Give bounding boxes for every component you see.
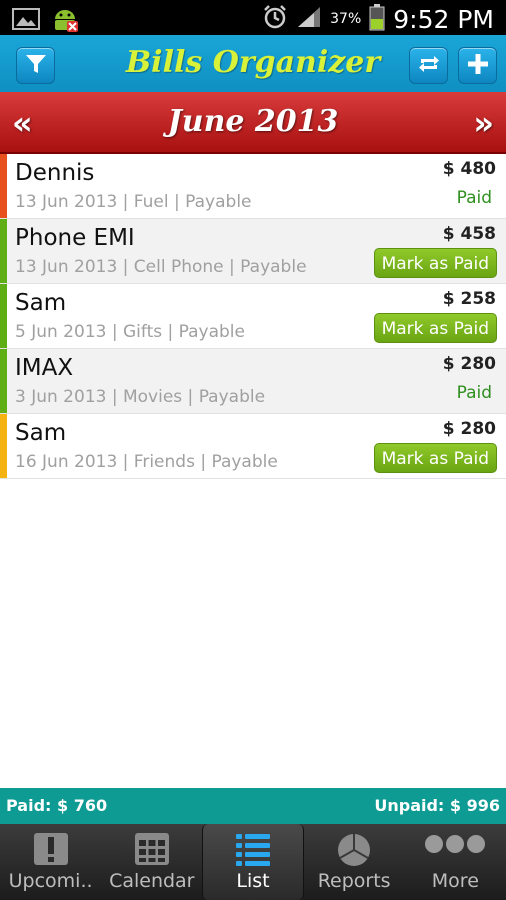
app-header: Bills Organizer	[0, 35, 506, 92]
bill-row[interactable]: Phone EMI 13 Jun 2013 | Cell Phone | Pay…	[0, 219, 506, 284]
battery-icon	[369, 3, 385, 35]
bill-amount: $ 258	[442, 289, 496, 309]
bill-details: 16 Jun 2013 | Friends | Payable	[15, 452, 278, 472]
battery-percent: 37%	[330, 11, 362, 27]
exclamation-icon	[33, 832, 69, 870]
add-bill-button[interactable]	[458, 47, 497, 84]
bill-row[interactable]: Dennis 13 Jun 2013 | Fuel | Payable $ 48…	[0, 154, 506, 219]
alarm-icon	[262, 4, 288, 34]
bill-details: 5 Jun 2013 | Gifts | Payable	[15, 322, 245, 342]
tab-label: List	[236, 870, 270, 892]
bill-name: Phone EMI	[15, 225, 135, 251]
mark-as-paid-button[interactable]: Mark as Paid	[373, 248, 497, 278]
tab-list[interactable]: List	[202, 824, 304, 900]
bill-row[interactable]: IMAX 3 Jun 2013 | Movies | Payable $ 280…	[0, 349, 506, 414]
bill-row[interactable]: Sam 16 Jun 2013 | Friends | Payable $ 28…	[0, 414, 506, 479]
next-month-button[interactable]: »	[473, 104, 494, 142]
month-title: June 2013	[167, 104, 339, 139]
clock-time: 9:52 PM	[393, 4, 494, 34]
status-bar: 37% 9:52 PM	[0, 0, 506, 35]
unpaid-total: Unpaid: $ 996	[374, 796, 500, 815]
refresh-icon	[416, 52, 442, 80]
list-icon	[235, 832, 271, 872]
mark-as-paid-button[interactable]: Mark as Paid	[373, 443, 497, 473]
category-color-stripe	[0, 414, 7, 478]
bill-details: 13 Jun 2013 | Cell Phone | Payable	[15, 257, 307, 277]
tab-more[interactable]: More	[405, 824, 506, 900]
tab-calendar[interactable]: Calendar	[101, 824, 202, 900]
bill-amount: $ 280	[442, 419, 496, 439]
category-color-stripe	[0, 284, 7, 348]
bottom-tab-bar: Upcomi.. Calendar List Reports More	[0, 824, 506, 900]
pie-chart-icon	[335, 832, 373, 872]
totals-bar: Paid: $ 760 Unpaid: $ 996	[0, 788, 506, 824]
tab-label: Reports	[317, 870, 391, 892]
sync-button[interactable]	[409, 47, 448, 84]
bill-amount: $ 458	[442, 224, 496, 244]
bill-name: Dennis	[15, 160, 95, 186]
mark-as-paid-button[interactable]: Mark as Paid	[373, 313, 497, 343]
bill-amount: $ 280	[442, 354, 496, 374]
bill-name: Sam	[15, 290, 67, 316]
category-color-stripe	[0, 154, 7, 218]
gallery-icon	[12, 7, 40, 35]
bill-name: Sam	[15, 420, 67, 446]
paid-total: Paid: $ 760	[6, 796, 108, 815]
bills-list: Dennis 13 Jun 2013 | Fuel | Payable $ 48…	[0, 154, 506, 479]
month-navigator: « June 2013 »	[0, 92, 506, 154]
android-debug-icon	[50, 5, 80, 37]
bill-row[interactable]: Sam 5 Jun 2013 | Gifts | Payable $ 258 M…	[0, 284, 506, 349]
more-dots-icon	[424, 832, 486, 860]
tab-reports[interactable]: Reports	[304, 824, 405, 900]
bill-details: 13 Jun 2013 | Fuel | Payable	[15, 192, 252, 212]
tab-label: Upcomi..	[8, 870, 93, 892]
bill-details: 3 Jun 2013 | Movies | Payable	[15, 387, 266, 407]
plus-icon	[466, 52, 490, 80]
paid-status: Paid	[456, 383, 492, 403]
calendar-grid-icon	[134, 832, 170, 870]
screen: 37% 9:52 PM Bills Organizer « June 2013 …	[0, 0, 506, 900]
tab-label: Calendar	[109, 870, 195, 892]
tab-label: More	[431, 870, 479, 892]
category-color-stripe	[0, 219, 7, 283]
tab-upcoming[interactable]: Upcomi..	[0, 824, 101, 900]
bill-name: IMAX	[15, 355, 74, 381]
paid-status: Paid	[456, 188, 492, 208]
category-color-stripe	[0, 349, 7, 413]
bill-amount: $ 480	[442, 159, 496, 179]
signal-icon	[296, 5, 322, 33]
